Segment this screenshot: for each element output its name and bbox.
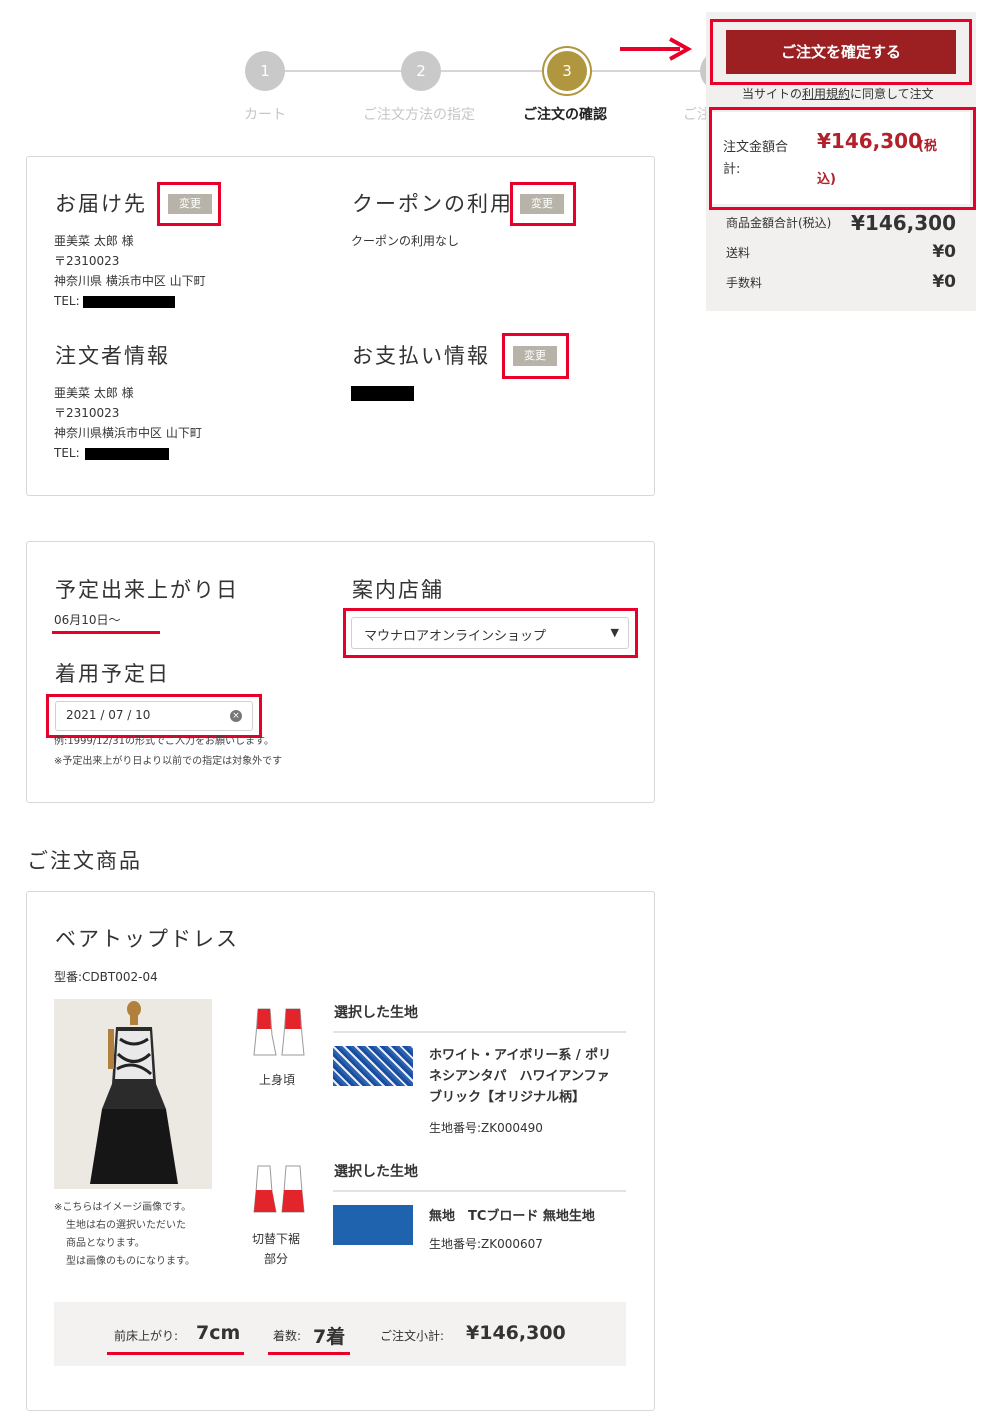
shipping-change-button[interactable]: 変更: [168, 194, 212, 214]
coupon-change-button[interactable]: 変更: [520, 194, 564, 214]
coupon-title: クーポンの利用: [352, 192, 513, 216]
fabric-1-name-line-2: ネシアンタパ ハワイアンファ: [429, 1069, 610, 1084]
part-2-label-line-1: 切替下裾: [252, 1232, 301, 1246]
fabric-1-name-line-3: ブリック【オリジナル柄】: [429, 1090, 586, 1105]
part-2-label: 切替下裾 部分: [252, 1229, 300, 1269]
image-note-2: 生地は右の選択いただいた: [66, 1220, 186, 1231]
shipping-tel-label: TEL:: [54, 294, 80, 308]
image-note-4: 型は画像のものになります。: [66, 1256, 195, 1267]
subtotal-value: ¥146,300: [850, 211, 956, 235]
subtotal-label: 商品金額合計(税込): [726, 216, 832, 230]
finish-date-value: 06月10日〜: [54, 613, 121, 627]
orderer-name: 亜美菜 太郎 様: [54, 386, 134, 400]
highlight-lift: [107, 1352, 244, 1355]
image-note: ※こちらはイメージ画像です。 生地は右の選択いただいた 商品となります。 型は画…: [54, 1199, 195, 1271]
coupon-status: クーポンの利用なし: [351, 234, 460, 248]
step-1-label: カート: [244, 107, 286, 123]
order-total-value: ¥146,300: [817, 129, 923, 153]
skirt-hem-icon: [253, 1165, 305, 1213]
fabric-2-code: 生地番号:ZK000607: [429, 1237, 543, 1251]
shipping-fee-label: 送料: [726, 246, 751, 260]
step-3-circle: 3: [547, 51, 587, 91]
fabric-2-name: 無地 TCブロード 無地生地: [429, 1209, 595, 1224]
image-note-3: 商品となります。: [66, 1238, 145, 1249]
finish-date-title: 予定出来上がり日: [55, 578, 239, 602]
fabric-1-heading: 選択した生地: [334, 1005, 418, 1021]
shipping-tel-redacted: [83, 296, 175, 308]
fabric-2-divider: [333, 1190, 626, 1192]
step-2-label: ご注文方法の指定: [363, 107, 475, 123]
payment-change-button[interactable]: 変更: [513, 346, 557, 366]
highlight-finish-date: [52, 631, 160, 634]
terms-link[interactable]: 利用規約: [802, 87, 850, 101]
count-label: 着数:: [273, 1329, 302, 1343]
fabric-1-code: 生地番号:ZK000490: [429, 1121, 543, 1135]
step-3-label: ご注文の確認: [523, 107, 607, 123]
products-section-title: ご注文商品: [27, 849, 142, 873]
image-note-1: ※こちらはイメージ画像です。: [54, 1202, 192, 1213]
stepper-track: [265, 70, 705, 72]
part-1-label: 上身頃: [259, 1073, 296, 1087]
order-total-tax-1: (税: [918, 139, 937, 154]
payment-info-redacted: [351, 386, 414, 401]
product-name: ベアトップドレス: [55, 927, 239, 951]
shipping-fee-value: ¥0: [932, 242, 956, 262]
order-total-label-1: 注文金額合: [723, 140, 789, 155]
subtotal-value-bar: ¥146,300: [466, 1322, 566, 1344]
payment-title: お支払い情報: [352, 344, 490, 368]
wear-date-input[interactable]: 2021 / 07 / 10 ×: [55, 701, 253, 731]
wear-date-restriction-note: ※予定出来上がり日より以前での指定は対象外です: [54, 756, 283, 767]
order-total-label-2: 計:: [723, 162, 741, 177]
product-model: 型番:CDBT002-04: [54, 970, 158, 984]
lift-value: 7cm: [196, 1322, 241, 1344]
orderer-tel-redacted: [85, 448, 169, 460]
terms-agreement: 当サイトの利用規約に同意して注文: [742, 84, 934, 104]
shipping-title: お届け先: [55, 192, 147, 216]
store-title: 案内店舗: [352, 578, 444, 602]
step-1-circle: 1: [245, 51, 285, 91]
terms-prefix: 当サイトの: [742, 87, 803, 101]
shipping-address: 神奈川県 横浜市中区 山下町: [54, 274, 206, 288]
wear-date-format-note: 例:1999/12/31の形式でご入力をお願いします。: [54, 736, 275, 747]
order-total-tax-2: 込): [817, 172, 836, 187]
fabric-1-name-line-1: ホワイト・アイボリー系 / ポリ: [429, 1048, 612, 1063]
shipping-name: 亜美菜 太郎 様: [54, 234, 134, 248]
orderer-title: 注文者情報: [55, 344, 170, 368]
highlight-count: [268, 1352, 350, 1355]
shipping-zip: 〒2310023: [54, 254, 120, 268]
handling-fee-value: ¥0: [932, 272, 956, 292]
part-2-label-line-2: 部分: [264, 1252, 289, 1266]
fabric-2-swatch: [333, 1205, 413, 1245]
wear-date-title: 着用予定日: [55, 662, 170, 686]
store-select[interactable]: マウナロアオンラインショップ ▼: [351, 617, 629, 649]
lift-label: 前床上がり:: [114, 1329, 179, 1343]
fabric-1-swatch: [333, 1046, 413, 1086]
dress-image-icon: [54, 999, 212, 1189]
count-value: 7着: [313, 1326, 346, 1348]
fabric-1-name: ホワイト・アイボリー系 / ポリ ネシアンタパ ハワイアンファ ブリック【オリジ…: [429, 1045, 611, 1108]
fabric-2-heading: 選択した生地: [334, 1164, 418, 1180]
orderer-zip: 〒2310023: [54, 406, 120, 420]
order-total-label: 注文金額合 計:: [723, 137, 788, 181]
orderer-address: 神奈川県横浜市中区 山下町: [54, 426, 202, 440]
step-2-circle: 2: [401, 51, 441, 91]
chevron-down-icon: ▼: [610, 626, 619, 639]
handling-fee-label: 手数料: [726, 276, 763, 290]
store-select-value: マウナロアオンラインショップ: [364, 629, 547, 644]
subtotal-label-bar: ご注文小計:: [380, 1329, 445, 1343]
wear-date-value: 2021 / 07 / 10: [66, 708, 151, 722]
terms-suffix: に同意して注文: [850, 87, 934, 101]
upper-bodice-icon: [253, 1008, 305, 1056]
confirm-order-button[interactable]: ご注文を確定する: [726, 30, 956, 74]
product-image: [54, 999, 212, 1189]
clear-date-icon[interactable]: ×: [230, 710, 242, 722]
orderer-tel-label: TEL:: [54, 446, 80, 460]
fabric-1-divider: [333, 1031, 626, 1033]
red-arrow-icon: [620, 37, 693, 61]
